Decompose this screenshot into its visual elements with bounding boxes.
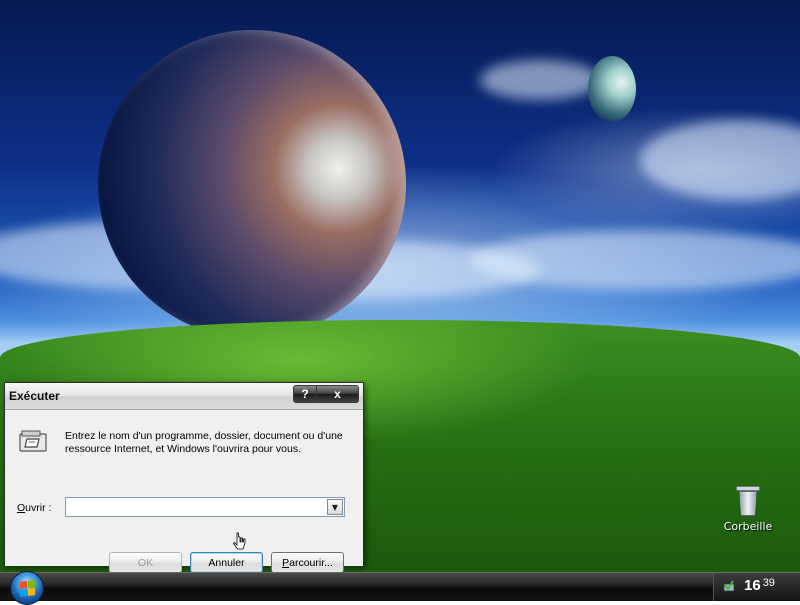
system-tray: 16 39 [713, 573, 800, 601]
close-button[interactable]: x [317, 385, 359, 403]
dialog-description: Entrez le nom d'un programme, dossier, d… [65, 430, 343, 455]
open-combobox[interactable]: ▼ [65, 497, 345, 519]
safely-remove-hardware-icon[interactable] [722, 579, 736, 593]
clock[interactable]: 16 39 [744, 577, 775, 594]
dialog-titlebar[interactable]: Exécuter ? x [5, 383, 363, 410]
desktop-icon-recycle-bin[interactable]: Corbeille [718, 486, 778, 533]
cancel-button[interactable]: Annuler [190, 552, 263, 573]
planet-graphic [98, 30, 406, 338]
desktop-icon-label: Corbeille [723, 520, 773, 533]
dialog-content: Entrez le nom d'un programme, dossier, d… [5, 410, 363, 573]
windows-logo-icon [20, 580, 35, 597]
title-buttons: ? x [293, 385, 359, 403]
taskbar: 16 39 [0, 571, 800, 605]
help-button[interactable]: ? [293, 385, 317, 403]
recycle-bin-icon [736, 486, 760, 516]
ok-button[interactable]: OK [109, 552, 182, 573]
open-label: Ouvrir : [17, 502, 52, 514]
run-program-icon [19, 430, 47, 452]
browse-button[interactable]: Parcourir... [271, 552, 344, 573]
dropdown-arrow-icon[interactable]: ▼ [327, 499, 343, 515]
moon-graphic [588, 56, 636, 122]
run-dialog: Exécuter ? x Entrez le nom d'un programm… [4, 382, 364, 573]
dialog-title: Exécuter [9, 389, 60, 403]
mouse-cursor-icon [233, 532, 246, 550]
open-input[interactable] [66, 501, 330, 519]
